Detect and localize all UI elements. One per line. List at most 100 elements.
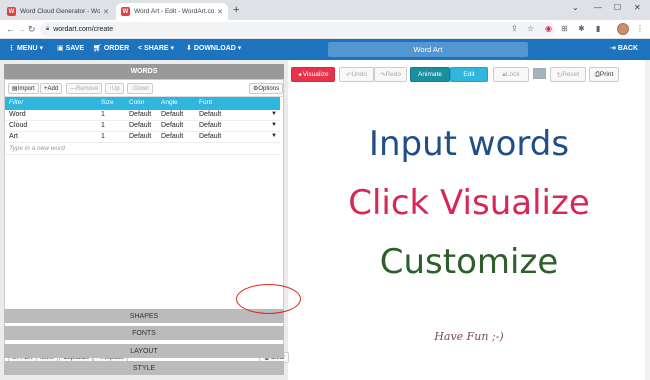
reset-button[interactable]: ↻ Reset: [550, 67, 586, 82]
minimize-icon[interactable]: —: [594, 3, 602, 12]
down-label: Down: [134, 85, 150, 92]
table-row[interactable]: Art 1 Default Default Default ▼: [5, 132, 280, 143]
word-cell[interactable]: Word: [9, 111, 26, 118]
window-close-icon[interactable]: ✕: [634, 3, 641, 12]
download-label: DOWNLOAD: [193, 45, 236, 52]
size-cell[interactable]: 1: [101, 122, 105, 129]
share-icon[interactable]: ⇪: [511, 24, 518, 33]
sidebar-icon[interactable]: ▮: [596, 24, 600, 33]
canvas-line-input-words: Input words: [368, 124, 570, 164]
undo-button[interactable]: ↶ Undo: [339, 67, 374, 82]
add-button[interactable]: + Add: [40, 83, 63, 94]
new-tab-icon[interactable]: +: [233, 4, 239, 16]
font-cell[interactable]: Default: [199, 122, 221, 129]
new-word-row[interactable]: Type in a new word: [5, 144, 280, 155]
url-text: wordart.com/create: [53, 26, 114, 33]
browser-tab-word-cloud-generator[interactable]: W Word Cloud Generator - WordArt... ✕: [2, 3, 114, 20]
table-row[interactable]: Cloud 1 Default Default Default ▼: [5, 121, 280, 132]
more-menu-icon[interactable]: ⋮: [636, 24, 644, 33]
options-button[interactable]: ⚙ Options: [249, 83, 284, 94]
exit-icon: ⇥: [610, 45, 618, 52]
word-cell[interactable]: Cloud: [9, 122, 27, 129]
download-button[interactable]: ⬇ DOWNLOAD ▾: [186, 44, 241, 52]
menu-button[interactable]: ⋮ MENU ▾: [8, 44, 43, 52]
address-bar-row: ← → ↻ 🔒︎ wordart.com/create ⇪ ☆ ◉ ⊞ ✱ ▮ …: [0, 20, 650, 39]
words-table-header: Filter Size Color Angle Font: [5, 97, 280, 110]
back-button[interactable]: ⇥ BACK: [610, 44, 638, 52]
shapes-section-header[interactable]: SHAPES: [4, 309, 284, 323]
edit-tab[interactable]: Edit: [450, 67, 488, 82]
fonts-section-header[interactable]: FONTS: [4, 326, 284, 340]
size-cell[interactable]: 1: [101, 133, 105, 140]
share-button[interactable]: < SHARE ▾: [138, 44, 174, 52]
size-column-header[interactable]: Size: [101, 99, 114, 106]
forward-arrow-icon[interactable]: →: [17, 24, 26, 34]
import-button[interactable]: ▤ Import: [8, 83, 39, 94]
extension-icon[interactable]: ⊞: [561, 24, 568, 33]
angle-column-header[interactable]: Angle: [161, 99, 178, 106]
new-word-input[interactable]: Type in a new word: [9, 145, 65, 152]
cart-icon: 🛒︎: [93, 45, 104, 52]
background-color-swatch[interactable]: [533, 68, 546, 79]
font-column-header[interactable]: Font: [199, 99, 212, 106]
close-icon[interactable]: ✕: [217, 8, 223, 16]
up-button[interactable]: ↑ Up: [105, 83, 124, 94]
add-label: Add: [47, 85, 59, 92]
redo-label: Redo: [385, 71, 401, 78]
lock-button[interactable]: 🔒︎ Lock: [493, 67, 529, 82]
filter-column-header[interactable]: Filter: [9, 99, 23, 106]
layout-section-header[interactable]: LAYOUT: [4, 344, 284, 358]
color-cell[interactable]: Default: [129, 111, 151, 118]
vertical-scrollbar[interactable]: [645, 60, 650, 380]
color-cell[interactable]: Default: [129, 122, 151, 129]
artwork-title-field[interactable]: Word Art: [328, 42, 528, 57]
save-button[interactable]: ▣ SAVE: [57, 44, 84, 52]
shapes-label: SHAPES: [129, 312, 159, 320]
browser-tab-word-art-edit[interactable]: W Word Art - Edit - WordArt.com ✕: [116, 3, 228, 20]
up-label: Up: [112, 85, 120, 92]
close-icon[interactable]: ✕: [103, 8, 109, 16]
print-button[interactable]: ⎙ Print: [589, 67, 619, 82]
style-label: STYLE: [132, 364, 156, 372]
reset-label: Reset: [562, 71, 580, 78]
canvas-line-click-visualize: Click Visualize: [348, 183, 590, 223]
tab-title: Word Cloud Generator - WordArt...: [20, 8, 101, 15]
visualize-label: Visualize: [302, 71, 329, 78]
caret-down-icon[interactable]: ▼: [271, 122, 277, 128]
order-button[interactable]: 🛒︎ ORDER: [93, 44, 129, 52]
caret-down-icon[interactable]: ▼: [271, 133, 277, 139]
animate-tab[interactable]: Animate: [410, 67, 450, 82]
maximize-icon[interactable]: ☐: [614, 3, 621, 12]
puzzle-icon[interactable]: ✱: [578, 24, 585, 33]
angle-cell[interactable]: Default: [161, 111, 183, 118]
bookmark-star-icon[interactable]: ☆: [527, 24, 534, 33]
avatar[interactable]: [617, 23, 629, 35]
reload-icon[interactable]: ↻: [28, 24, 36, 35]
visualize-button[interactable]: ✦ Visualize: [291, 67, 335, 82]
color-cell[interactable]: Default: [129, 133, 151, 140]
font-cell[interactable]: Default: [199, 133, 221, 140]
angle-cell[interactable]: Default: [161, 122, 183, 129]
chevron-down-icon[interactable]: ⌄: [572, 3, 579, 12]
word-cell[interactable]: Art: [9, 133, 18, 140]
caret-down-icon[interactable]: ▼: [271, 111, 277, 117]
size-cell[interactable]: 1: [101, 111, 105, 118]
angle-cell[interactable]: Default: [161, 133, 183, 140]
table-row[interactable]: Word 1 Default Default Default ▼: [5, 110, 280, 121]
back-arrow-icon[interactable]: ←: [6, 24, 15, 34]
url-field[interactable]: 🔒︎ wordart.com/create: [40, 22, 555, 37]
download-icon: ⬇: [186, 45, 194, 52]
order-label: ORDER: [103, 45, 130, 52]
words-section-header[interactable]: WORDS: [4, 64, 284, 79]
style-section-header[interactable]: STYLE: [4, 361, 284, 375]
layout-label: LAYOUT: [130, 347, 158, 355]
redo-button[interactable]: ↷ Redo: [374, 67, 407, 82]
pocket-icon[interactable]: ◉: [545, 24, 552, 33]
remove-button[interactable]: — Remove: [66, 83, 103, 94]
color-column-header[interactable]: Color: [129, 99, 145, 106]
save-icon: ▣: [57, 45, 66, 52]
canvas-line-customize: Customize: [379, 242, 559, 282]
font-cell[interactable]: Default: [199, 111, 221, 118]
down-button[interactable]: ↓ Down: [127, 83, 154, 94]
words-header-label: WORDS: [130, 68, 158, 75]
